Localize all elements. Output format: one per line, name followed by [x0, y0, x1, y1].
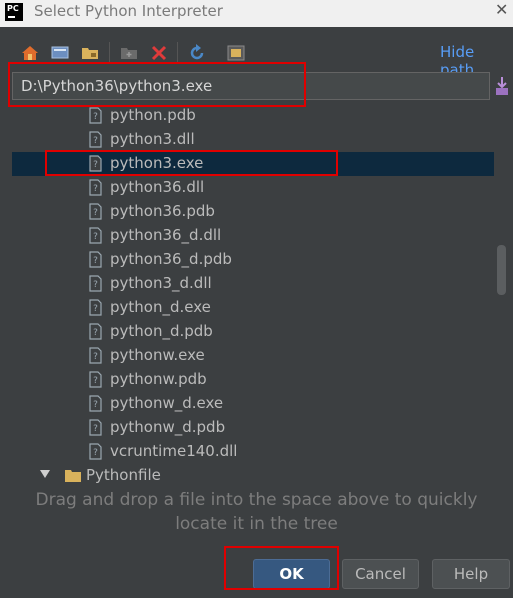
show-hidden-icon[interactable]	[227, 44, 245, 62]
folder-icon[interactable]	[81, 44, 99, 62]
refresh-icon[interactable]	[188, 44, 206, 62]
tree-file-label: python36.dll	[110, 178, 205, 196]
file-icon: ?	[89, 371, 102, 388]
tree-file-row[interactable]: ? pythonw.pdb	[12, 368, 494, 392]
tree-file-row[interactable]: ? python3.dll	[12, 128, 494, 152]
file-icon: ?	[89, 107, 102, 124]
tree-file-row[interactable]: ? python36.pdb	[12, 200, 494, 224]
tree-file-row[interactable]: ? python36_d.dll	[12, 224, 494, 248]
desktop-icon[interactable]	[51, 44, 69, 62]
hint-line-1: Drag and drop a file into the space abov…	[35, 490, 478, 510]
svg-text:?: ?	[93, 112, 98, 122]
tree-file-row[interactable]: ? python36.dll	[12, 176, 494, 200]
tree-file-row[interactable]: ? pythonw_d.exe	[12, 392, 494, 416]
help-button[interactable]: Help	[432, 559, 510, 589]
file-icon: ?	[89, 395, 102, 412]
app-icon-text: PC	[7, 4, 19, 13]
tree-file-label: python3.dll	[110, 130, 195, 148]
tree-file-row[interactable]: ? python_d.pdb	[12, 320, 494, 344]
tree-file-label: python.pdb	[110, 106, 196, 124]
file-icon: ?	[89, 323, 102, 340]
tree-folder-label: Pythonfile	[86, 466, 161, 484]
tree-file-label: python_d.pdb	[110, 322, 213, 340]
tree-file-label: python_d.exe	[110, 298, 211, 316]
tree-file-row[interactable]: ? python36_d.pdb	[12, 248, 494, 272]
ok-highlight-box	[224, 546, 339, 590]
svg-text:?: ?	[93, 256, 98, 266]
tree-scrollbar[interactable]	[497, 245, 506, 295]
tree-file-row[interactable]: ? python.pdb	[12, 104, 494, 128]
tree-file-label: pythonw.pdb	[110, 370, 207, 388]
drag-drop-hint: Drag and drop a file into the space abov…	[0, 488, 513, 536]
path-highlight-box	[8, 62, 306, 107]
tree-file-label: python36_d.pdb	[110, 250, 232, 268]
svg-text:?: ?	[93, 184, 98, 194]
file-icon: ?	[89, 131, 102, 148]
tree-file-row[interactable]: ? pythonw.exe	[12, 344, 494, 368]
svg-text:?: ?	[93, 232, 98, 242]
tree-file-label: python36.pdb	[110, 202, 215, 220]
svg-text:?: ?	[93, 304, 98, 314]
svg-text:?: ?	[93, 424, 98, 434]
svg-text:?: ?	[93, 136, 98, 146]
tree-file-row[interactable]: ? python_d.exe	[12, 296, 494, 320]
window-title: Select Python Interpreter	[34, 2, 223, 20]
tree-file-label: python36_d.dll	[110, 226, 222, 244]
svg-text:?: ?	[93, 208, 98, 218]
title-bar: PC Select Python Interpreter ✕	[0, 0, 513, 27]
tree-folder-row[interactable]: Pythonfile	[12, 464, 494, 486]
expand-arrow-icon[interactable]	[40, 470, 50, 478]
file-icon: ?	[89, 275, 102, 292]
tree-file-row[interactable]: ? python3_d.dll	[12, 272, 494, 296]
tree-file-label: vcruntime140.dll	[110, 442, 238, 460]
selection-highlight-box	[45, 150, 338, 176]
pycharm-app-icon: PC	[5, 3, 23, 21]
tree-file-label: pythonw_d.pdb	[110, 418, 226, 436]
file-icon: ?	[89, 203, 102, 220]
tree-file-label: pythonw.exe	[110, 346, 205, 364]
browse-history-icon[interactable]	[494, 75, 510, 97]
svg-text:?: ?	[93, 280, 98, 290]
file-icon: ?	[89, 443, 102, 460]
file-icon: ?	[89, 419, 102, 436]
hint-line-2: locate it in the tree	[175, 514, 338, 534]
folder-icon	[65, 470, 81, 482]
svg-text:?: ?	[93, 448, 98, 458]
svg-text:?: ?	[93, 352, 98, 362]
new-folder-icon[interactable]	[120, 44, 138, 62]
close-icon[interactable]: ✕	[495, 0, 508, 20]
tree-file-row[interactable]: ? vcruntime140.dll	[12, 440, 494, 464]
file-icon: ?	[89, 179, 102, 196]
file-icon: ?	[89, 227, 102, 244]
tree-file-label: python3_d.dll	[110, 274, 212, 292]
tree-file-row[interactable]: ? pythonw_d.pdb	[12, 416, 494, 440]
home-icon[interactable]	[21, 44, 39, 62]
file-icon: ?	[89, 299, 102, 316]
delete-icon[interactable]	[150, 44, 168, 62]
svg-text:?: ?	[93, 400, 98, 410]
svg-text:?: ?	[93, 328, 98, 338]
cancel-button[interactable]: Cancel	[342, 559, 419, 589]
svg-text:?: ?	[93, 376, 98, 386]
tree-file-label: pythonw_d.exe	[110, 394, 224, 412]
file-icon: ?	[89, 347, 102, 364]
file-icon: ?	[89, 251, 102, 268]
